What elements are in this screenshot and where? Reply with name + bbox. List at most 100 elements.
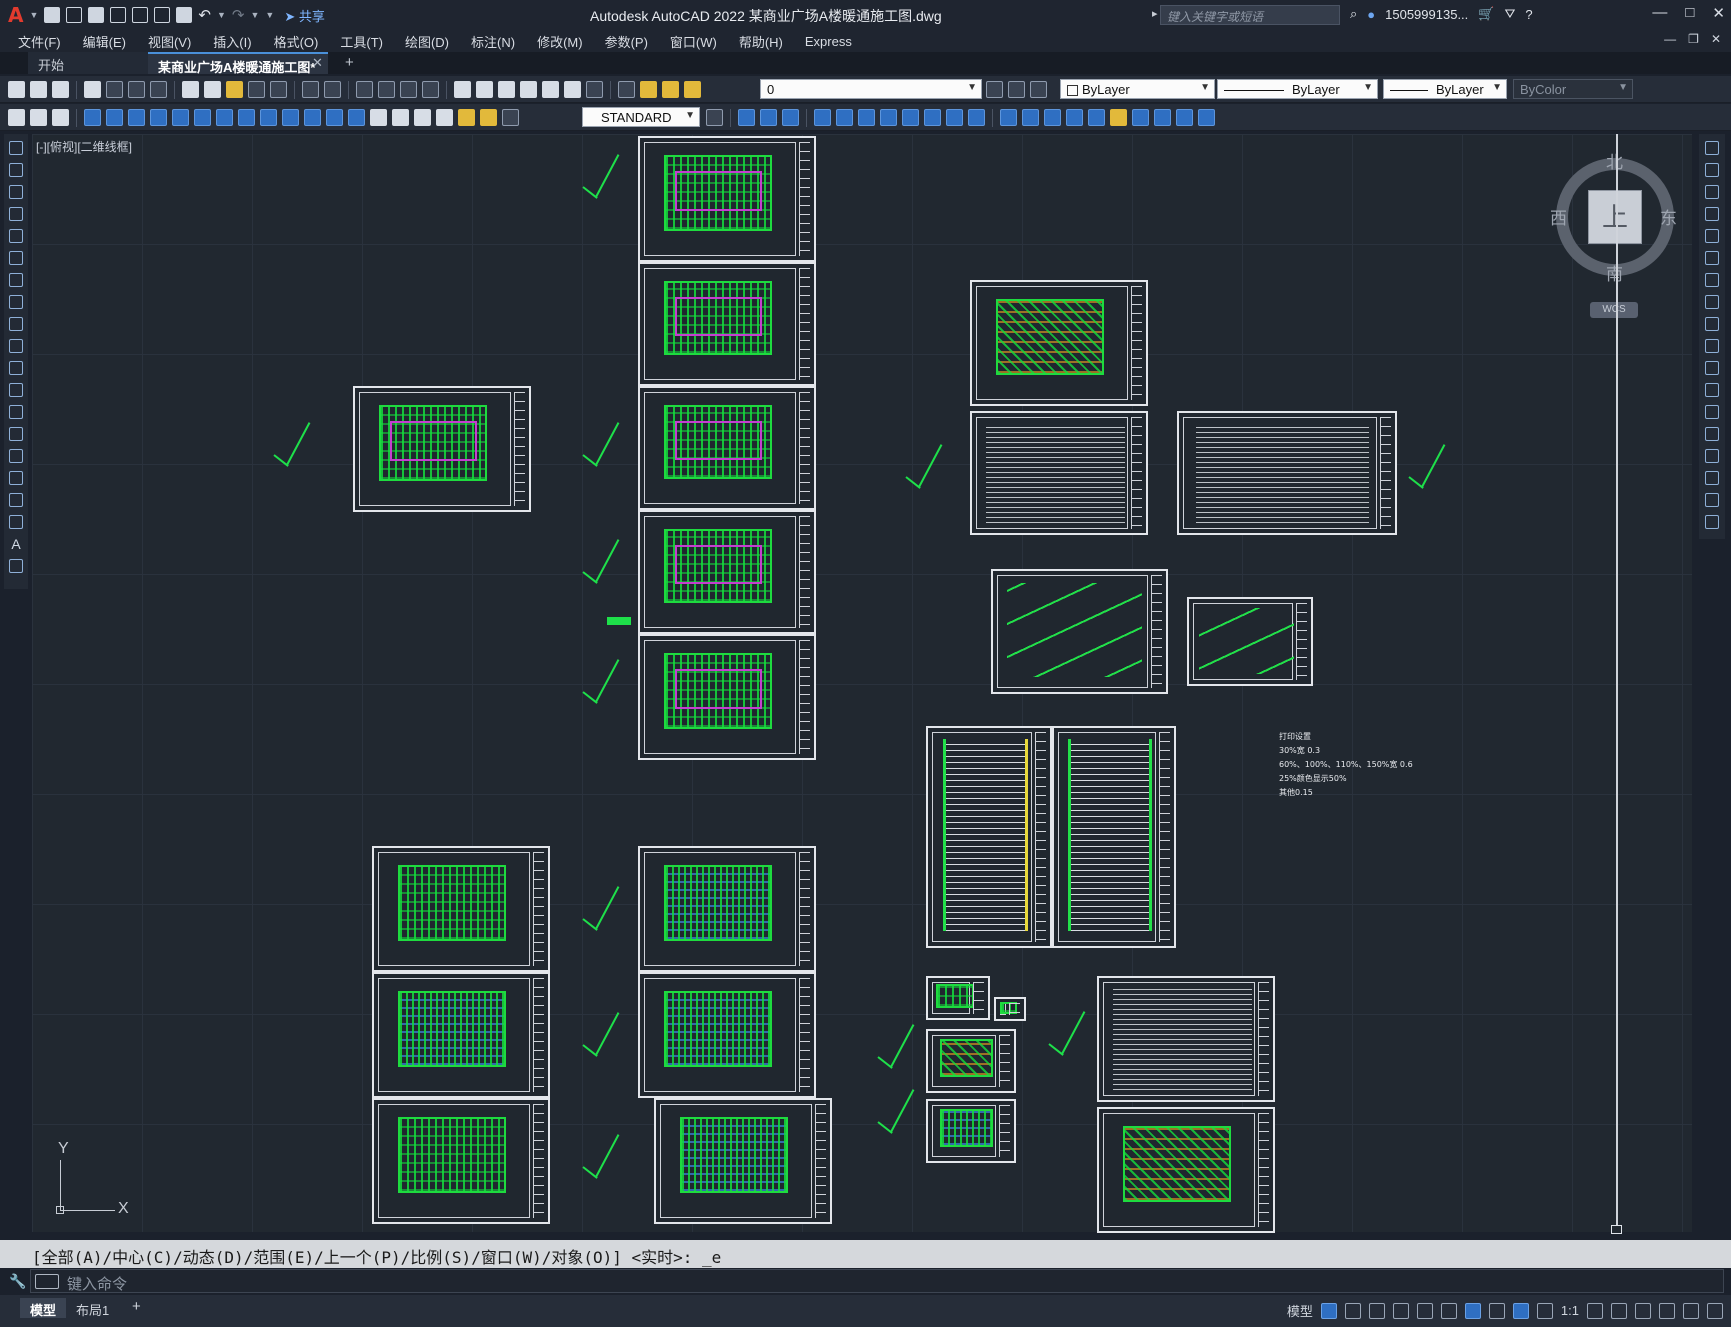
workspace-gear-icon[interactable] (1587, 1302, 1603, 1319)
tool-icon[interactable] (1022, 109, 1039, 126)
ortho-icon[interactable] (1368, 1302, 1385, 1319)
menu-dimension[interactable]: 标注(N) (471, 32, 515, 51)
help-toolbar-icon[interactable] (586, 81, 603, 98)
layer-lock-icon[interactable] (684, 81, 701, 98)
tool-icon[interactable] (1176, 109, 1193, 126)
pan-icon[interactable] (356, 81, 373, 98)
dimension-update-icon[interactable] (502, 109, 519, 126)
print-icon[interactable] (84, 81, 101, 98)
tolerance-icon[interactable] (370, 109, 387, 126)
radius-icon[interactable] (172, 109, 189, 126)
tool-icon[interactable] (902, 109, 919, 126)
zoom-previous-icon[interactable] (422, 81, 439, 98)
new-tab-button[interactable]: + (345, 54, 354, 71)
color-select[interactable]: ByLayer ▼ (1060, 79, 1215, 99)
maximize-button[interactable]: □ (1685, 4, 1694, 22)
publish-icon[interactable] (128, 81, 145, 98)
dimension-edit-icon[interactable] (458, 109, 475, 126)
dimension-style-select[interactable]: STANDARD ▼ (582, 107, 700, 127)
layer-on-icon[interactable] (640, 81, 657, 98)
offset-icon[interactable] (1705, 207, 1719, 221)
baseline-icon[interactable] (282, 109, 299, 126)
scale-icon[interactable] (1705, 295, 1719, 309)
properties-icon[interactable] (454, 81, 471, 98)
small-block[interactable] (607, 617, 631, 625)
menu-parametric[interactable]: 参数(P) (605, 32, 648, 51)
spline-icon[interactable] (9, 317, 23, 331)
drawing-sheet[interactable] (926, 726, 1052, 948)
redo-toolbar-icon[interactable] (324, 81, 341, 98)
annotation-monitor-icon[interactable] (1611, 1302, 1627, 1319)
make-current-icon[interactable] (986, 81, 1003, 98)
array-icon[interactable] (1705, 229, 1719, 243)
command-input[interactable]: 键入命令 (30, 1269, 1724, 1293)
layer-state-icon[interactable] (1030, 81, 1047, 98)
auto-scale-icon[interactable] (1536, 1302, 1553, 1319)
drawing-sheet[interactable] (994, 997, 1026, 1021)
open-file-icon[interactable] (66, 7, 83, 23)
drawing-sheet[interactable] (638, 634, 816, 760)
share-button[interactable]: ➤ 共享 (284, 6, 325, 25)
drawing-sheet[interactable] (638, 386, 816, 510)
tool-icon[interactable] (52, 109, 69, 126)
tool-icon[interactable] (8, 109, 25, 126)
drawing-sheet[interactable] (991, 569, 1168, 694)
gradient-icon[interactable] (9, 471, 23, 485)
polyline-icon[interactable] (9, 185, 23, 199)
menu-window[interactable]: 窗口(W) (670, 32, 717, 51)
wcs-menu-button[interactable]: WCS (1590, 302, 1638, 318)
3d-print-icon[interactable] (150, 81, 167, 98)
drawing-sheet[interactable] (926, 1099, 1016, 1163)
customization-menu-icon[interactable] (1707, 1302, 1723, 1319)
lineweight-icon[interactable] (1488, 1302, 1505, 1319)
tool-icon[interactable] (1154, 109, 1171, 126)
ordinate-icon[interactable] (150, 109, 167, 126)
hatch-icon[interactable] (9, 449, 23, 463)
drawing-sheet[interactable] (372, 846, 550, 972)
add-selected-icon[interactable] (9, 559, 23, 573)
tool-icon[interactable] (1198, 109, 1215, 126)
move-icon[interactable] (1705, 251, 1719, 265)
search-input[interactable]: 键入关键字或短语 (1160, 5, 1340, 25)
copy-object-icon[interactable] (1705, 163, 1719, 177)
drawing-sheet[interactable] (638, 846, 816, 972)
fillet-icon[interactable] (1705, 471, 1719, 485)
erase-icon[interactable] (1705, 141, 1719, 155)
object-snap-icon[interactable] (1464, 1302, 1481, 1319)
stretch-icon[interactable] (1705, 317, 1719, 331)
dimension-style-icon[interactable] (706, 109, 723, 126)
drawing-sheet[interactable] (638, 136, 816, 262)
tool-icon[interactable] (946, 109, 963, 126)
drawing-area[interactable] (32, 134, 1692, 1232)
redo-icon[interactable]: ↷ (232, 6, 245, 24)
drawing-sheet[interactable] (1177, 411, 1397, 535)
undo-dropdown-icon[interactable]: ▼ (217, 10, 226, 20)
snap-icon[interactable] (1344, 1302, 1361, 1319)
break-at-point-icon[interactable] (1705, 383, 1719, 397)
viewcube[interactable]: 上 北 南 西 东 WCS (1550, 152, 1680, 322)
undo-toolbar-icon[interactable] (302, 81, 319, 98)
annotation-scale[interactable]: 1:1 (1561, 1303, 1579, 1318)
design-center-icon[interactable] (476, 81, 493, 98)
drawing-sheet[interactable] (1052, 726, 1176, 948)
layer-properties-icon[interactable] (618, 81, 635, 98)
extend-icon[interactable] (1705, 361, 1719, 375)
tool-icon[interactable] (1088, 109, 1105, 126)
tab-start[interactable]: 开始 (28, 52, 148, 74)
block-editor-icon[interactable] (270, 81, 287, 98)
linear-dimension-icon[interactable] (84, 109, 101, 126)
customize-caret-icon[interactable]: ▼ (265, 10, 274, 20)
tab-model[interactable]: 模型 (20, 1298, 67, 1318)
tab-close-icon[interactable]: ✕ (312, 55, 323, 71)
menu-view[interactable]: 视图(V) (148, 32, 191, 51)
zoom-realtime-icon[interactable] (378, 81, 395, 98)
compass-west[interactable]: 西 (1550, 204, 1567, 229)
plotstyle-select[interactable]: ByColor ▼ (1513, 79, 1633, 99)
tool-icon[interactable] (760, 109, 777, 126)
cart-icon[interactable]: 🛒 (1478, 6, 1494, 22)
polar-icon[interactable] (1392, 1302, 1409, 1319)
drawing-sheet[interactable] (638, 510, 816, 634)
drawing-sheet[interactable] (372, 1098, 550, 1224)
dimension-break-icon[interactable] (348, 109, 365, 126)
table-icon[interactable] (9, 515, 23, 529)
